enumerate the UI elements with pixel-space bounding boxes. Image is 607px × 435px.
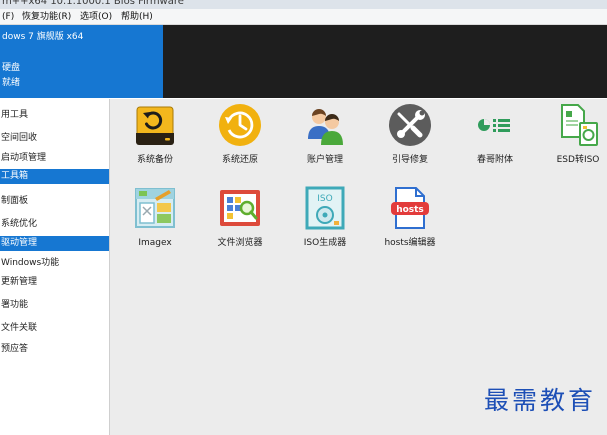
sidebar-item-startup-manager[interactable]: 启动项管理 [0, 151, 109, 166]
tool-system-restore[interactable]: 系统还原 [211, 103, 269, 167]
iso-disc-icon: ISO [303, 186, 347, 230]
watermark: 最需教育 [484, 386, 597, 415]
image-tool-icon [133, 186, 177, 230]
tool-iso-maker[interactable]: ISO ISO生成器 [296, 186, 354, 250]
tool-label: Imagex [138, 238, 172, 248]
sidebar-item-toolbox[interactable]: 工具箱 [0, 169, 109, 184]
tool-file-browser[interactable]: 文件浏览器 [211, 186, 269, 250]
tool-system-backup[interactable]: 系统备份 [126, 103, 184, 167]
tool-label: 系统备份 [136, 155, 173, 165]
sidebar: 用工具 空间回收 启动项管理 工具箱 制面板 系统优化 驱动管理 Windows… [0, 99, 110, 435]
system-status-panel[interactable]: dows 7 旗舰版 x64 硬盘 就绪 [0, 25, 163, 98]
tool-label: ISO生成器 [303, 238, 347, 248]
sidebar-item-system-optimize[interactable]: 系统优化 [0, 217, 109, 232]
wrench-screwdriver-icon [388, 103, 432, 147]
status-text: 就绪 [2, 78, 21, 88]
sidebar-item-space-cleanup[interactable]: 空间回收 [0, 131, 109, 146]
disk-label: 硬盘 [2, 63, 21, 73]
tool-label: hosts编辑器 [384, 238, 436, 248]
title-bar: m++x64 10.1.1000.1 Bios Firmware [0, 0, 607, 9]
tool-boot-repair[interactable]: 引导修复 [381, 103, 439, 167]
tool-label: 系统还原 [221, 155, 258, 165]
tool-hosts-editor[interactable]: hosts hosts编辑器 [381, 186, 439, 250]
tool-esd-to-iso[interactable]: ESD转ISO [549, 103, 607, 167]
menu-options[interactable]: 选项(O) [80, 11, 112, 23]
sidebar-item-driver-manager[interactable]: 驱动管理 [0, 236, 109, 251]
sidebar-item-file-association[interactable]: 文件关联 [0, 321, 109, 336]
menu-bar: (F) 恢复功能(R) 选项(O) 帮助(H) [0, 9, 607, 25]
tool-chunge-futi[interactable]: 春哥附体 [466, 103, 524, 167]
toolbox-panel: 系统备份 系统还原 账户管理 引导修复 春哥附体 ESD转ISO Imagex … [110, 99, 607, 435]
tool-imagex[interactable]: Imagex [126, 186, 184, 250]
sidebar-item-update-manager[interactable]: 更新管理 [0, 275, 109, 290]
backup-drive-icon [133, 103, 177, 147]
tool-label: 账户管理 [306, 155, 343, 165]
restore-clock-icon [218, 103, 262, 147]
preview-panel [163, 25, 607, 98]
sidebar-item-unattend[interactable]: 预应答 [0, 342, 109, 357]
tool-label: 文件浏览器 [217, 238, 263, 248]
window-title: m++x64 10.1.1000.1 Bios Firmware [2, 0, 184, 7]
file-browser-icon [218, 186, 262, 230]
hosts-file-icon: hosts [388, 186, 432, 230]
os-name: dows 7 旗舰版 x64 [2, 32, 84, 42]
tool-account-manager[interactable]: 账户管理 [296, 103, 354, 167]
iso-icon-text: ISO [317, 194, 332, 204]
sidebar-item-common-tools[interactable]: 用工具 [0, 108, 109, 123]
menu-help[interactable]: 帮助(H) [121, 11, 153, 23]
tool-label: 春哥附体 [476, 155, 513, 165]
menu-recovery[interactable]: 恢复功能(R) [22, 11, 71, 23]
tool-label: ESD转ISO [556, 155, 600, 165]
menu-file[interactable]: (F) [2, 11, 14, 23]
tool-label: 引导修复 [391, 155, 428, 165]
sidebar-item-control-panel[interactable]: 制面板 [0, 194, 109, 209]
sidebar-item-windows-features[interactable]: Windows功能 [0, 256, 109, 271]
hosts-icon-text: hosts [396, 205, 424, 215]
sidebar-item-deploy-features[interactable]: 署功能 [0, 298, 109, 313]
esd-to-iso-icon [556, 103, 600, 147]
users-icon [303, 103, 347, 147]
toggle-list-icon [473, 103, 517, 147]
